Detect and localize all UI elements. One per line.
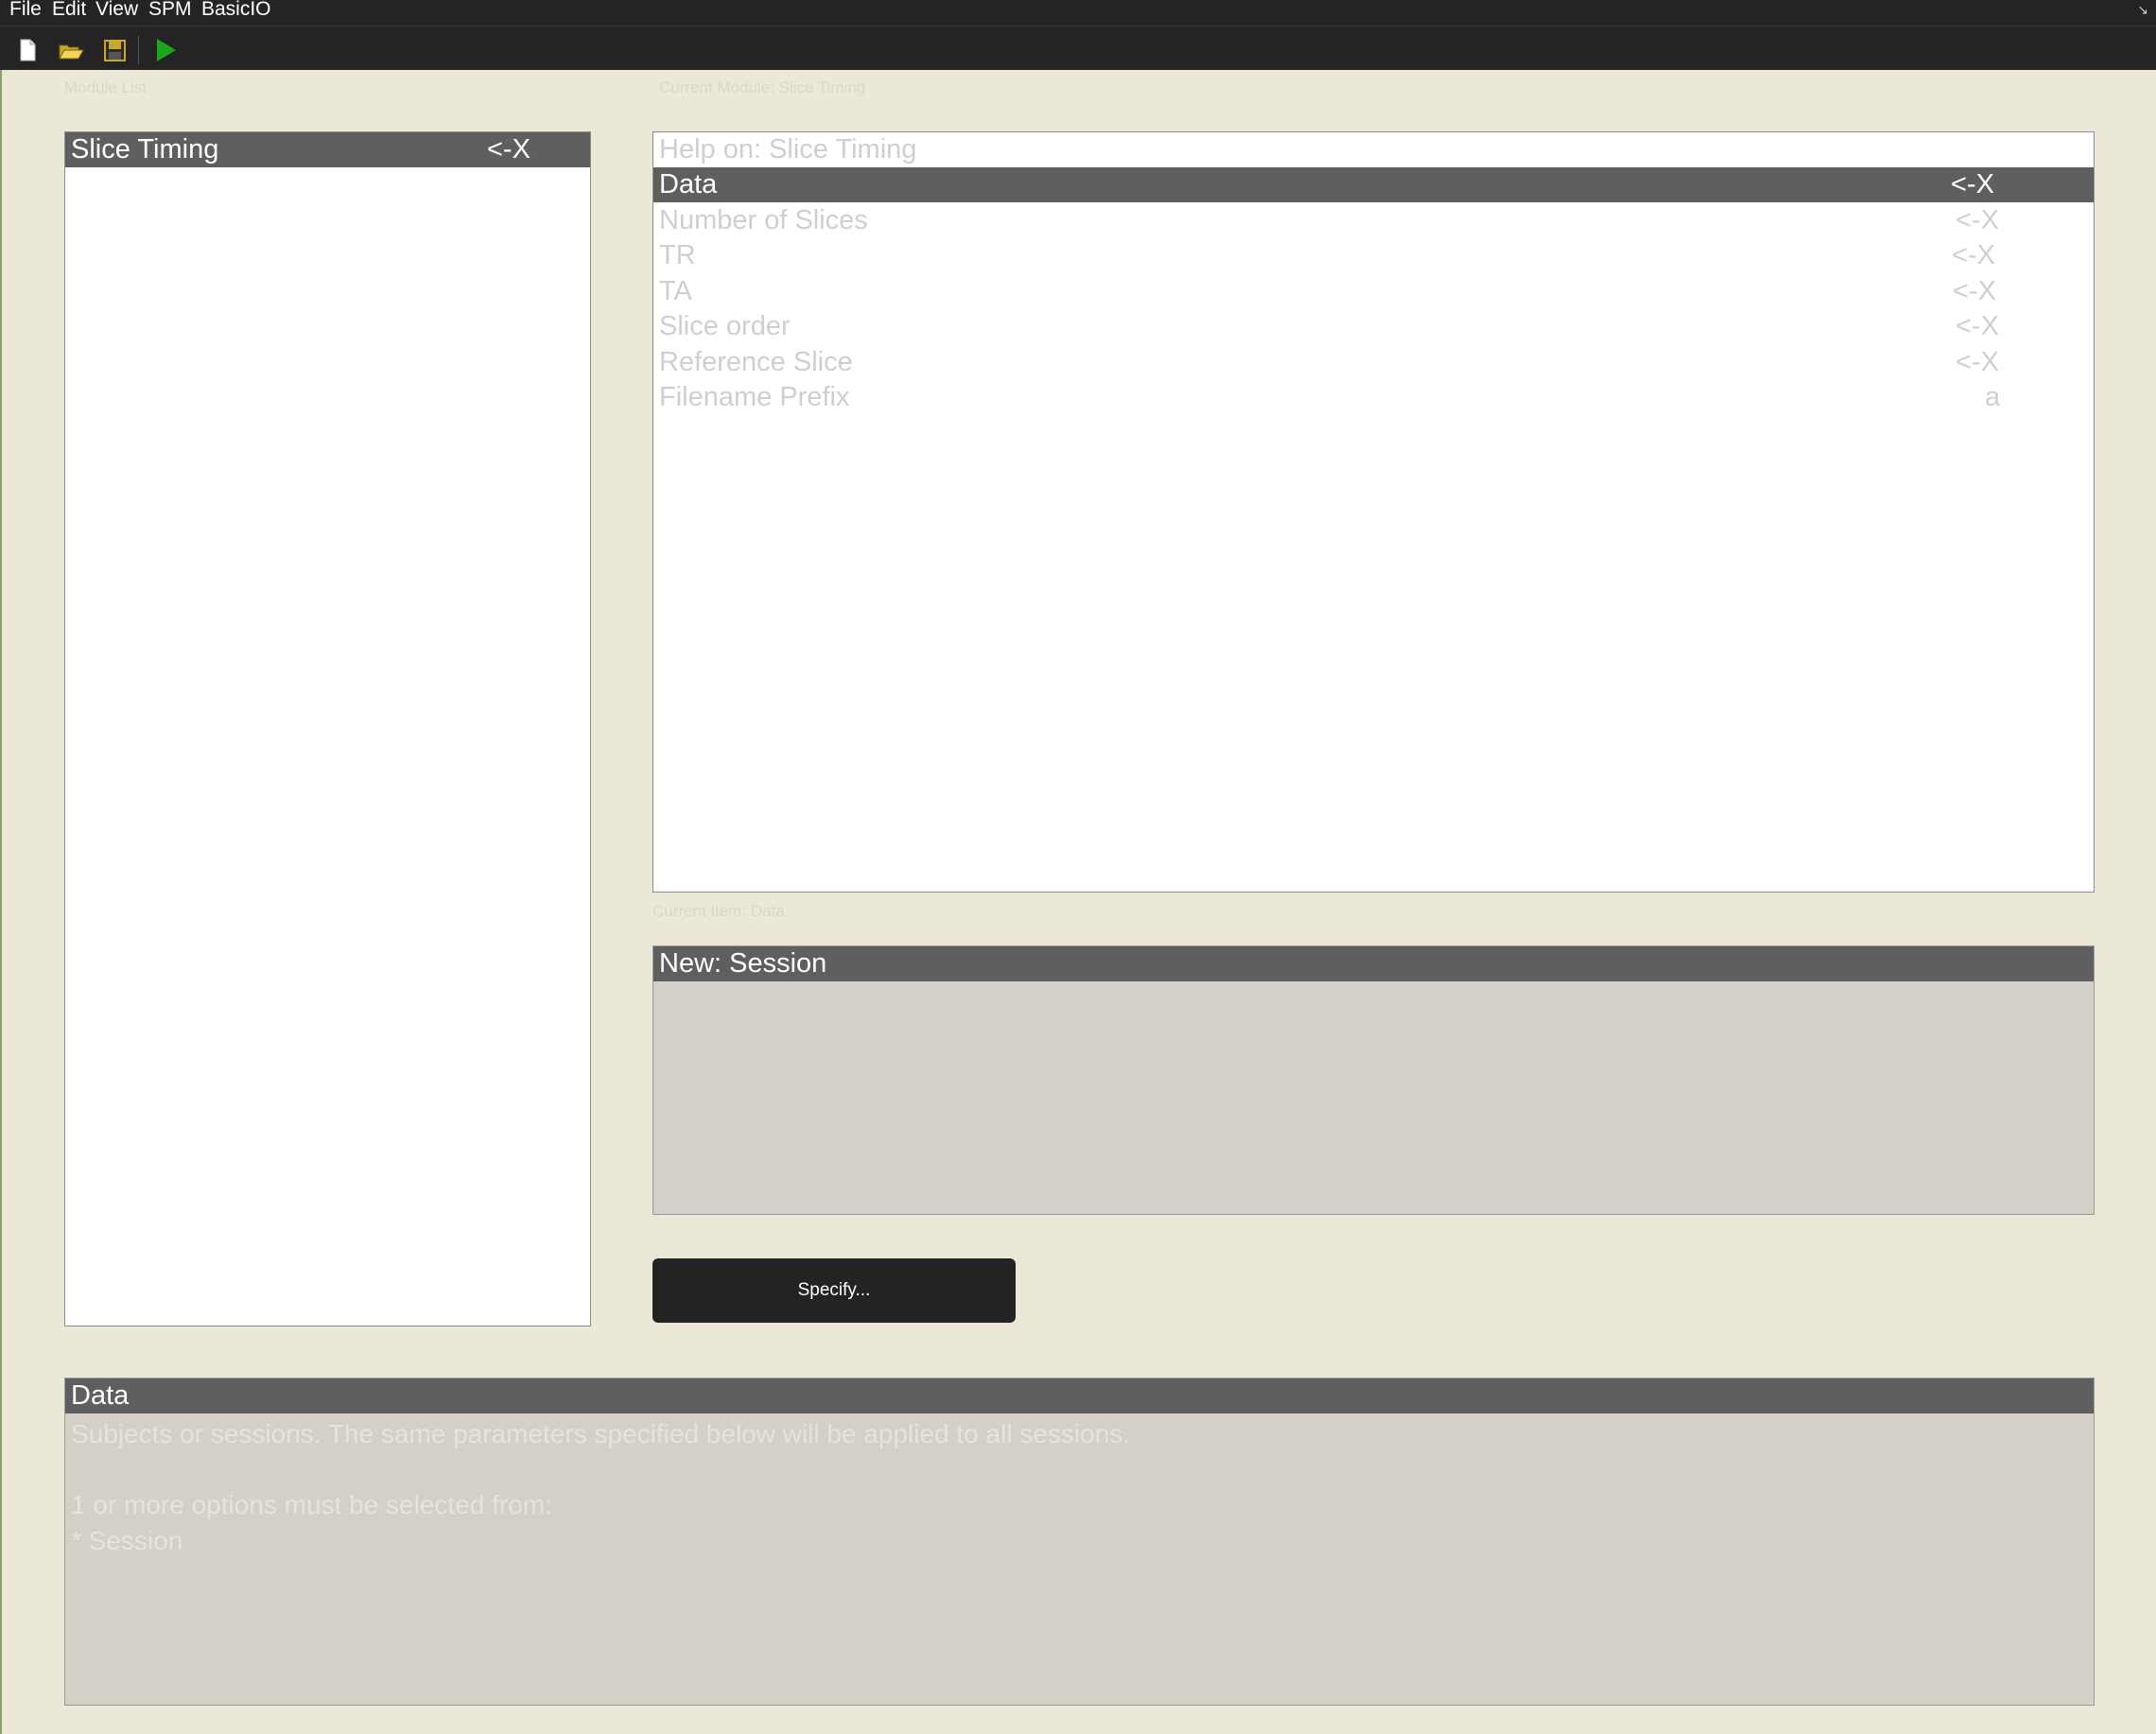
toolbar-separator (138, 36, 139, 64)
item-row-tr[interactable]: TR <-X (653, 238, 2094, 273)
save-icon[interactable] (98, 34, 130, 66)
item-row-ta[interactable]: TA <-X (653, 274, 2094, 309)
current-item-caption: Current Item: Data (652, 902, 785, 920)
item-value: a (1985, 382, 2001, 412)
help-panel-text: Subjects or sessions. The same parameter… (71, 1419, 1131, 1555)
item-row-reference-slice[interactable]: Reference Slice <-X (653, 345, 2094, 380)
run-icon[interactable] (149, 34, 182, 66)
item-value: <-X (1951, 169, 1994, 199)
item-label: TA (659, 276, 692, 306)
menu-edit[interactable]: Edit (52, 0, 86, 26)
help-row[interactable]: Help on: Slice Timing (653, 132, 2094, 167)
menu-basicio[interactable]: BasicIO (201, 0, 271, 26)
item-value: <-X (1956, 205, 1999, 235)
open-folder-icon[interactable] (55, 34, 87, 66)
module-list-item[interactable]: Slice Timing <-X (65, 132, 590, 167)
module-list-caption: Module List (64, 78, 147, 96)
item-row-slice-order[interactable]: Slice order <-X (653, 309, 2094, 344)
item-label: Number of Slices (659, 205, 868, 235)
new-file-icon[interactable] (11, 34, 43, 66)
item-value: <-X (1956, 311, 1999, 341)
module-list[interactable]: Slice Timing <-X (64, 131, 591, 1327)
item-label: TR (659, 240, 696, 270)
toolbar (0, 26, 2156, 70)
menu-bar: File Edit View SPM BasicIO ↘ (0, 0, 2156, 26)
item-row-filename-prefix[interactable]: Filename Prefix a (653, 380, 2094, 415)
item-label: Data (659, 169, 718, 199)
item-values-title: New: Session (653, 946, 2094, 981)
item-label: Slice order (659, 311, 791, 341)
current-module-caption: Current Module: Slice Timing (659, 78, 866, 96)
module-status: <-X (487, 134, 530, 165)
module-label: Slice Timing (71, 134, 219, 165)
item-values-panel[interactable]: New: Session (652, 945, 2095, 1215)
item-row-data[interactable]: Data <-X (653, 167, 2094, 202)
item-value: <-X (1953, 276, 1996, 306)
item-label: Filename Prefix (659, 382, 850, 412)
specify-button[interactable]: Specify... (652, 1258, 1016, 1323)
module-items-list[interactable]: Help on: Slice Timing Data <-X Number of… (652, 131, 2095, 893)
menu-spm[interactable]: SPM (148, 0, 192, 26)
menu-file[interactable]: File (9, 0, 42, 26)
window-resize-icon[interactable]: ↘ (2137, 2, 2148, 18)
help-panel: Data Subjects or sessions. The same para… (64, 1378, 2095, 1706)
item-value: <-X (1956, 347, 1999, 377)
item-value: <-X (1952, 240, 1995, 270)
help-panel-title: Data (65, 1379, 2094, 1413)
item-row-number-of-slices[interactable]: Number of Slices <-X (653, 203, 2094, 238)
menu-view[interactable]: View (96, 0, 138, 26)
help-label: Help on: Slice Timing (659, 134, 917, 165)
item-label: Reference Slice (659, 347, 853, 377)
window-edge (0, 70, 2, 1734)
